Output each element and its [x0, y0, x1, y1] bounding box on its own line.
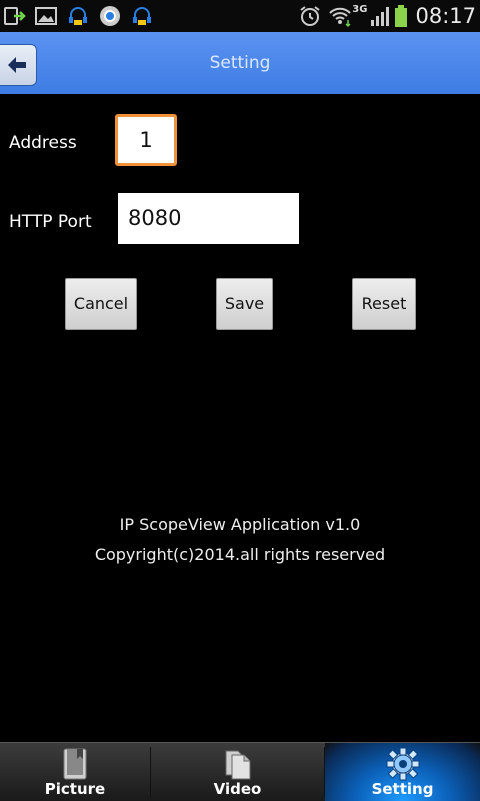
system-icons: 3G 08:17 — [298, 0, 480, 32]
page-title: Setting — [209, 53, 271, 73]
gear-icon — [386, 747, 419, 781]
back-arrow-icon — [8, 57, 26, 73]
signal-icon — [371, 7, 390, 26]
http-port-field[interactable]: 8080 — [118, 193, 299, 244]
app-version-text: IP ScopeView Application v1.0 — [119, 515, 361, 534]
image-icon — [35, 7, 57, 25]
reset-button[interactable]: Reset — [352, 278, 416, 330]
book-icon — [63, 748, 87, 780]
save-button[interactable]: Save — [216, 278, 273, 330]
address-field[interactable]: 1 — [115, 114, 177, 166]
tab-setting-label: Setting — [371, 780, 434, 798]
bottom-tab-bar: Picture Video Setting — [0, 742, 480, 801]
tab-setting[interactable]: Setting — [325, 743, 480, 801]
tab-video-label: Video — [213, 780, 262, 798]
tab-picture-label: Picture — [44, 780, 106, 798]
documents-icon — [225, 750, 250, 780]
notification-icons — [2, 4, 154, 28]
headset-icon — [69, 7, 87, 25]
clock: 08:17 — [415, 4, 476, 28]
tab-video[interactable]: Video — [151, 743, 324, 801]
http-port-label: HTTP Port — [9, 212, 92, 232]
chrome-icon — [100, 6, 120, 26]
battery-icon — [395, 5, 408, 27]
network-type: 3G — [352, 3, 368, 15]
wifi-icon — [329, 7, 352, 28]
address-label: Address — [9, 133, 77, 153]
title-bar: Setting — [0, 32, 480, 94]
usb-icon — [4, 7, 26, 25]
back-button[interactable] — [0, 44, 37, 86]
cancel-button[interactable]: Cancel — [65, 278, 137, 330]
headset-icon — [133, 7, 151, 25]
tab-picture[interactable]: Picture — [0, 743, 150, 801]
alarm-icon — [300, 6, 320, 26]
copyright-text: Copyright(c)2014.all rights reserved — [94, 545, 386, 564]
status-bar: 3G 08:17 — [0, 0, 480, 32]
